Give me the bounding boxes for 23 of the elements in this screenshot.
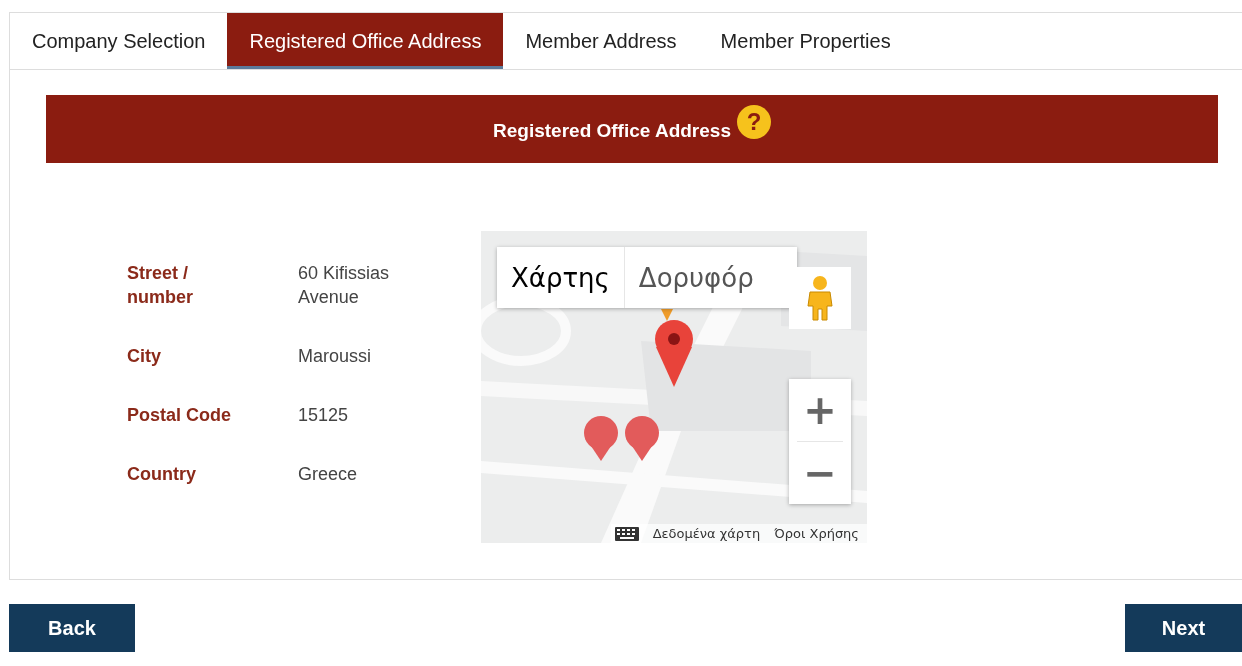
field-label: Street / number <box>127 262 194 309</box>
field-value: 15125 <box>298 404 350 427</box>
tab[interactable]: Company Selection <box>10 13 228 69</box>
tab[interactable]: Member Address <box>503 13 699 69</box>
banner-title: Registered Office Address <box>493 119 731 142</box>
keyboard-icon[interactable] <box>614 526 639 541</box>
field-label: Country <box>127 463 197 486</box>
help-icon[interactable]: ? <box>736 105 771 139</box>
map-footer-link[interactable]: Δεδομένα χάρτη <box>652 526 761 541</box>
back-button[interactable]: Back <box>9 604 135 652</box>
tab[interactable]: Member Properties <box>698 13 913 69</box>
zoom-in-button[interactable]: + <box>789 379 851 441</box>
field-value: Greece <box>298 463 359 486</box>
tab[interactable]: Registered Office Address <box>227 13 504 69</box>
zoom-out-button[interactable]: − <box>789 442 851 504</box>
map-type-tab[interactable]: Δορυφόρ <box>624 247 768 308</box>
field-value: Maroussi <box>298 345 373 368</box>
field-value: 60 Kifissias Avenue <box>298 262 391 309</box>
field-label: Postal Code <box>127 404 233 427</box>
map-type-tab[interactable]: Χάρτης <box>497 247 625 308</box>
field-label: City <box>127 345 162 368</box>
next-button[interactable]: Next <box>1125 604 1242 652</box>
map-footer-link[interactable]: Όροι Χρήσης <box>774 526 859 541</box>
